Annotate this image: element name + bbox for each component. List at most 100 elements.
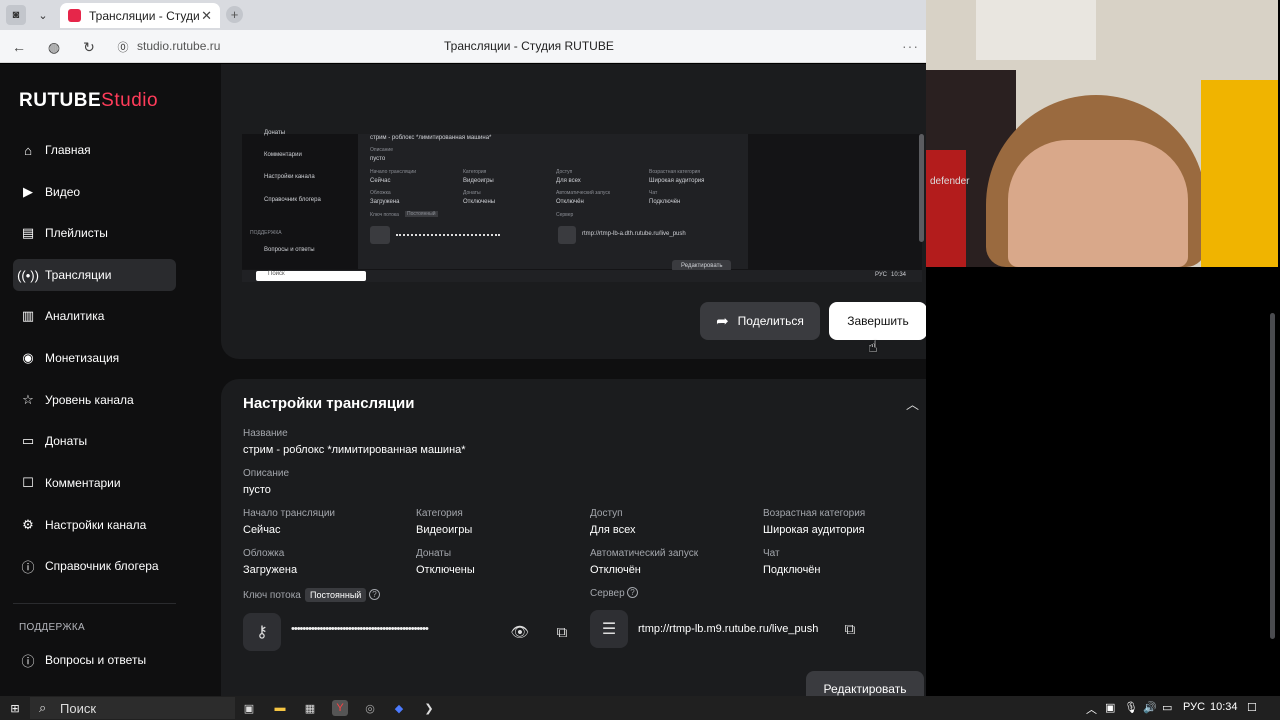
sidebar-item-home[interactable]: ⌂ Главная [13,134,176,166]
sidebar-item-comments[interactable]: ☐ Комментарии [13,467,176,499]
preview-text: Ключ потока [370,212,399,218]
age-label: Возрастная категория [763,508,866,519]
file-explorer-icon[interactable]: ▬ [272,700,288,716]
terminal-icon[interactable]: ❯ [421,700,437,716]
access-label: Доступ [590,508,623,519]
tray-chevron-icon[interactable]: ︿ [1086,701,1097,717]
sidebar-item-faq[interactable]: ⓘ Вопросы и ответы [13,644,176,676]
copy-key-icon[interactable]: ⧉ [551,621,573,643]
tray-app-icon[interactable]: ▣ [1105,701,1115,714]
preview-text: Вопросы и ответы [264,247,315,253]
settings-title: Настройки трансляции [243,395,415,412]
site-info-icon[interactable]: ⓪ [113,37,133,57]
sidebar-item-label: Трансляции [45,268,112,282]
right-scrollbar[interactable] [1270,313,1275,639]
preview-text: Комментарии [264,152,302,158]
stream-key-masked: ••••••••••••••••••••••••••••••••••••••••… [291,623,429,635]
sidebar-item-channel-settings[interactable]: ⚙ Настройки канала [13,509,176,541]
language-indicator[interactable]: РУС [1183,701,1205,713]
preview-text: Широкая аудитория [649,178,705,184]
sidebar-item-label: Настройки канала [45,518,147,532]
speaker-icon[interactable]: 🔊 [1143,701,1157,714]
translate-icon[interactable]: ◍ [44,37,64,57]
preview-text: Справочник блогера [264,197,321,203]
sidebar-item-label: Видео [45,185,81,199]
store-icon[interactable]: ▦ [302,700,318,716]
preview-text: Для всех [556,178,581,184]
sidebar-divider [13,603,176,604]
app-blue-icon[interactable]: ◆ [391,700,407,716]
search-icon: ⌕ [39,700,47,715]
webcam-brand: defender [930,176,970,187]
taskbar-clock[interactable]: 10:34 [1210,701,1238,713]
share-button[interactable]: ➦ Поделиться [700,302,820,340]
browser-tab[interactable]: Трансляции - Студи ✕ [60,3,220,28]
address-bar[interactable]: studio.rutube.ru [137,39,220,53]
finish-stream-button[interactable]: Завершить [829,302,927,340]
chat-label: Чат [763,548,780,559]
rutube-favicon-icon [68,9,81,22]
comment-icon: ☐ [22,475,34,490]
preview-text: Постоянный [405,211,438,217]
playlist-icon: ▤ [21,225,35,240]
description-value: пусто [243,484,271,496]
sidebar-item-label: Справочник блогера [45,559,159,573]
info-icon: ⓘ [21,559,35,575]
chevron-up-icon[interactable]: ︿ [906,394,919,413]
network-icon[interactable]: ▭ [1162,701,1172,714]
video-icon: ▶ [23,184,33,199]
support-heading: ПОДДЕРЖКА [19,622,85,633]
sidebar-item-label: Плейлисты [45,226,108,240]
sidebar-item-analytics[interactable]: ▥ Аналитика [13,300,176,332]
sidebar-item-blogger-guide[interactable]: ⓘ Справочник блогера [13,550,176,582]
age-value: Широкая аудитория [763,524,865,536]
back-icon[interactable]: ← [9,37,29,57]
preview-text: rtmp://rtmp-lb-a.dth.rutube.ru/live_push [582,231,686,237]
preview-text: Сейчас [370,178,391,184]
sidebar-item-label: Вопросы и ответы [45,653,147,667]
task-view-icon[interactable]: ▣ [241,700,257,716]
preview-search: Поиск [256,271,366,281]
preview-text: пусто [370,156,386,162]
key-help-icon[interactable]: ? [369,589,380,600]
preview-text: Загружена [370,199,400,205]
webcam-chair-red [926,150,966,267]
sidebar-item-donations[interactable]: ▭ Донаты [13,425,176,457]
preview-text: Категория [463,169,487,175]
sidebar-item-broadcasts[interactable]: ((•)) Трансляции [13,259,176,291]
preview-text: Подключён [649,199,681,205]
category-label: Категория [416,508,463,519]
windows-start-icon[interactable]: ⊞ [7,700,23,716]
sidebar-item-playlists[interactable]: ▤ Плейлисты [13,217,176,249]
description-label: Описание [243,468,290,479]
app-icon[interactable]: ◎ [362,700,378,716]
main-scrollbar[interactable] [919,134,924,242]
close-tab-icon[interactable]: ✕ [201,8,212,24]
more-menu-icon[interactable]: ··· [902,38,919,54]
home-icon: ⌂ [24,142,32,158]
preview-clock: 10:34 [891,272,907,278]
sidebar-item-label: Донаты [45,434,88,448]
browser-menu-icon[interactable]: ◙ [6,5,26,25]
reload-icon[interactable]: ↻ [79,37,99,57]
yandex-browser-icon[interactable]: Y [332,700,348,716]
microphone-icon[interactable]: 🎙 [1124,701,1138,714]
stream-key-label: Ключ потока [243,590,301,601]
rutube-studio-logo[interactable]: RUTUBEStudio [19,90,158,112]
donates-label: Донаты [416,548,452,559]
sidebar-item-monetization[interactable]: ◉ Монетизация [13,342,176,374]
eye-icon[interactable]: 👁 [509,621,531,643]
analytics-icon: ▥ [21,308,35,323]
sidebar-item-channel-level[interactable]: ☆ Уровень канала [13,384,176,416]
sidebar-item-video[interactable]: ▶ Видео [13,176,176,208]
taskbar-search[interactable]: ⌕ Поиск [30,697,235,719]
copy-server-icon[interactable]: ⧉ [839,618,861,640]
server-help-icon[interactable]: ? [627,587,638,598]
money-icon: ◉ [22,350,34,365]
page-title: Трансляции - Студия RUTUBE [444,39,614,53]
new-tab-icon[interactable]: + [226,6,243,23]
notifications-icon[interactable]: ☐ [1247,701,1257,714]
start-value: Сейчас [243,524,281,536]
tab-list-icon[interactable]: ⌄ [33,5,53,25]
name-label: Название [243,428,288,439]
